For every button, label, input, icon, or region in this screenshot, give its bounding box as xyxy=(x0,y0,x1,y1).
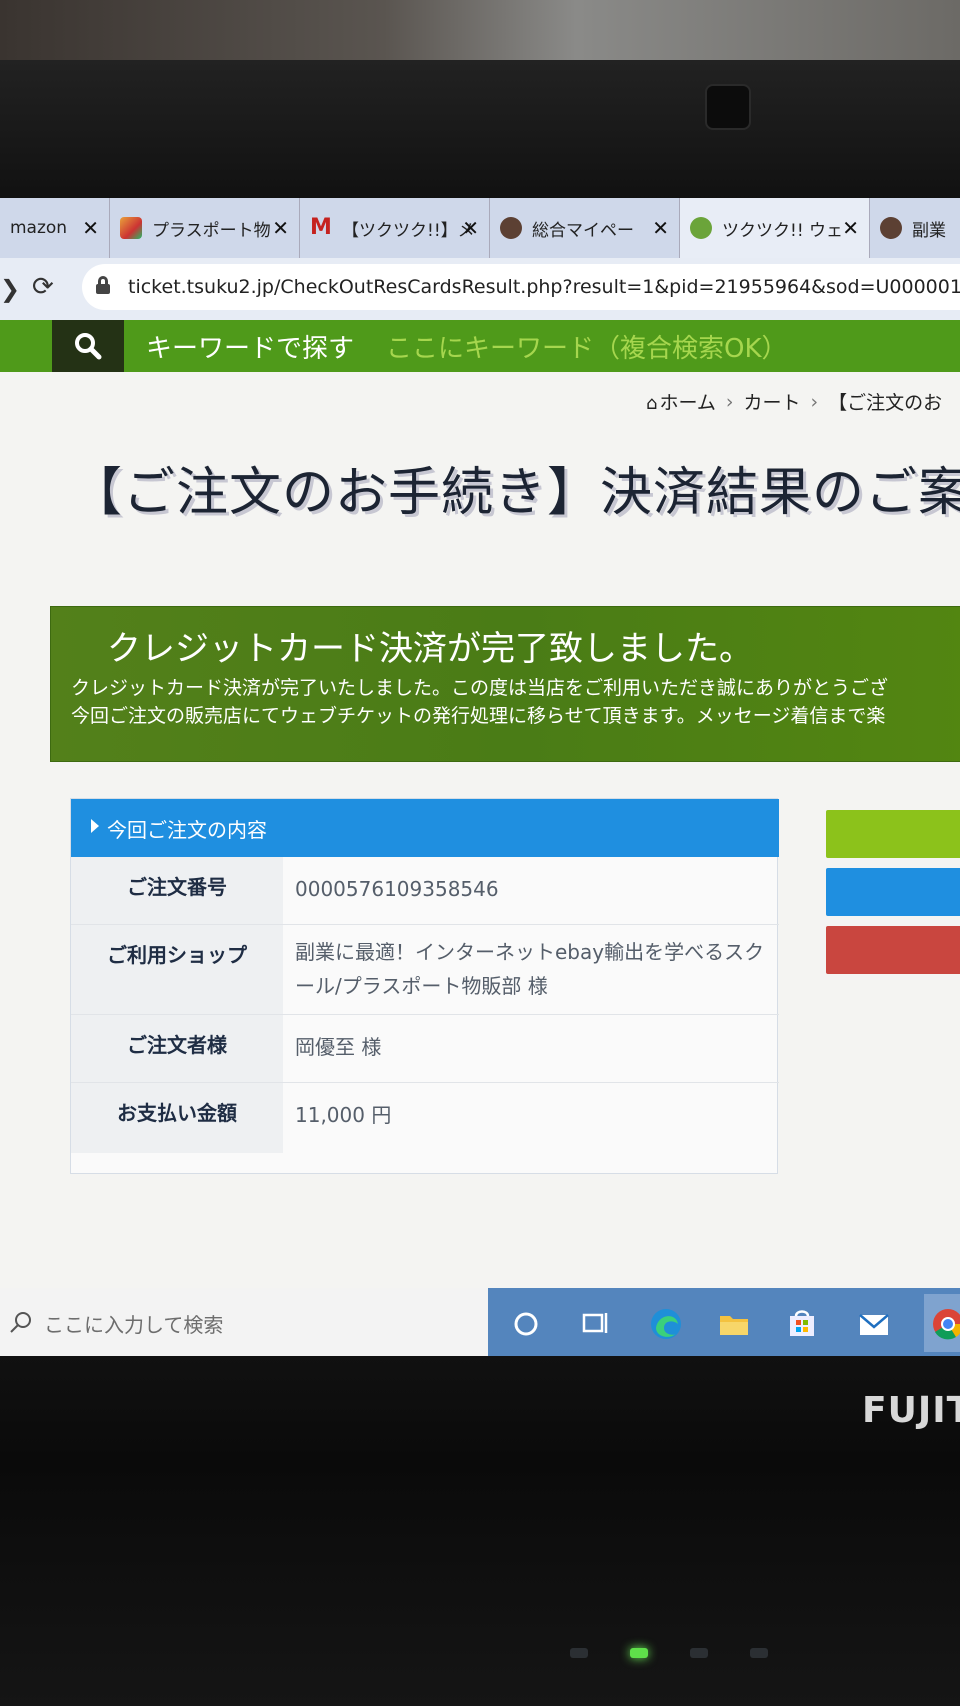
store-icon[interactable] xyxy=(784,1306,820,1342)
file-explorer-icon[interactable] xyxy=(716,1306,752,1342)
task-view-icon[interactable] xyxy=(578,1306,614,1342)
tab-amazon[interactable]: mazon ✕ xyxy=(0,198,110,258)
close-icon[interactable]: ✕ xyxy=(82,216,99,240)
tab-gmail[interactable]: M 【ツクツク!!】メ ✕ xyxy=(300,198,490,258)
page-title: 【ご注文のお手続き】決済結果のご案 xyxy=(70,463,960,523)
keyword-label: キーワードで探す xyxy=(146,334,355,364)
success-message-box: クレジットカード決済が完了致しました。 クレジットカード決済が完了いたしました。… xyxy=(50,606,960,762)
table-row: ご注文者様 岡優至 様 xyxy=(71,1015,779,1083)
side-action-button-blue[interactable] xyxy=(826,868,960,916)
close-icon[interactable]: ✕ xyxy=(842,216,859,240)
row-label: ご利用ショップ xyxy=(71,925,283,1014)
tab-fukugyo[interactable]: 副業 xyxy=(870,198,960,258)
order-details-title: 今回ご注文の内容 xyxy=(107,818,267,842)
address-bar-row: ❯ ⟳ ticket.tsuku2.jp/CheckOutResCardsRes… xyxy=(0,258,960,320)
row-label: お支払い金額 xyxy=(71,1083,283,1153)
chevron-right-icon: › xyxy=(810,390,819,413)
status-led xyxy=(690,1648,708,1658)
browser-screen: mazon ✕ プラスポート物 ✕ M 【ツクツク!!】メ ✕ 総合マイペー ✕… xyxy=(0,198,960,1358)
breadcrumb-current: 【ご注文のお xyxy=(828,392,943,414)
chrome-icon[interactable] xyxy=(930,1306,960,1342)
tab-title: mazon xyxy=(10,218,68,238)
address-bar[interactable]: ticket.tsuku2.jp/CheckOutResCardsResult.… xyxy=(82,264,960,310)
tab-tsukutsuku[interactable]: ツクツク!! ウェ ✕ xyxy=(680,198,870,258)
laptop-bottom-bezel xyxy=(0,1356,960,1706)
home-icon: ⌂ xyxy=(646,393,658,414)
breadcrumb-cart[interactable]: カート xyxy=(743,388,800,415)
back-arrow-icon[interactable]: ❯ xyxy=(0,275,20,303)
tab-strip: mazon ✕ プラスポート物 ✕ M 【ツクツク!!】メ ✕ 総合マイペー ✕… xyxy=(0,198,960,258)
table-row: ご利用ショップ 副業に最適！インターネットebay輸出を学べるスクール/プラスポ… xyxy=(71,925,779,1015)
passport-logo-icon xyxy=(120,217,142,239)
url-text: ticket.tsuku2.jp/CheckOutResCardsResult.… xyxy=(128,276,960,298)
laptop-top-bezel xyxy=(0,60,960,200)
order-details-header: 今回ご注文の内容 xyxy=(71,799,779,857)
success-heading: クレジットカード決済が完了致しました。 xyxy=(107,629,753,669)
brand-logo: FUJITSU xyxy=(862,1390,960,1431)
close-icon[interactable]: ✕ xyxy=(272,216,289,240)
cortana-icon[interactable] xyxy=(508,1306,544,1342)
shop-name-value: 副業に最適！インターネットebay輸出を学べるスクール/プラスポート物販部 様 xyxy=(295,940,765,998)
webcam xyxy=(705,84,751,130)
status-led-active xyxy=(630,1648,648,1658)
close-icon[interactable]: ✕ xyxy=(652,216,669,240)
tab-title: 総合マイペー xyxy=(532,220,634,241)
status-led xyxy=(570,1648,588,1658)
gmail-icon: M xyxy=(310,215,332,240)
keyword-search-bar: キーワードで探す ここにキーワード（複合検索OK） xyxy=(0,320,960,372)
edge-icon[interactable] xyxy=(648,1306,684,1342)
breadcrumb: ⌂ ホーム › カート › 【ご注文のお xyxy=(646,388,942,415)
windows-taskbar: ここに入力して検索 xyxy=(0,1288,960,1358)
tsukutsuku-icon xyxy=(880,217,902,239)
breadcrumb-home[interactable]: ⌂ ホーム xyxy=(646,388,716,415)
close-icon[interactable]: ✕ xyxy=(462,216,479,240)
order-number-value: 0000576109358546 xyxy=(295,877,499,901)
tsukutsuku-icon xyxy=(690,217,712,239)
customer-name-value: 岡優至 様 xyxy=(295,1035,382,1059)
breadcrumb-home-label: ホーム xyxy=(659,392,716,414)
tab-passport[interactable]: プラスポート物 ✕ xyxy=(110,198,300,258)
payment-amount-value: 11,000 円 xyxy=(295,1103,392,1127)
chevron-right-icon: › xyxy=(725,390,734,413)
success-text-line: クレジットカード決済が完了いたしました。この度は当店をご利用いただき誠にありがと… xyxy=(71,677,889,699)
taskbar-search-placeholder: ここに入力して検索 xyxy=(44,1313,224,1337)
status-led xyxy=(750,1648,768,1658)
search-icon xyxy=(75,333,102,360)
side-action-button-green[interactable] xyxy=(826,810,960,858)
tab-title: 副業 xyxy=(912,220,946,241)
photo-stage: mazon ✕ プラスポート物 ✕ M 【ツクツク!!】メ ✕ 総合マイペー ✕… xyxy=(0,0,960,1706)
order-details-panel: 今回ご注文の内容 ご注文番号 0000576109358546 ご利用ショップ … xyxy=(70,798,779,1174)
success-text-line: 今回ご注文の販売店にてウェブチケットの発行処理に移らせて頂きます。メッセージ着信… xyxy=(71,705,886,727)
taskbar-icons xyxy=(488,1288,960,1358)
tsukutsuku-icon xyxy=(500,217,522,239)
side-action-button-red[interactable] xyxy=(826,926,960,974)
taskbar-search-box[interactable]: ここに入力して検索 xyxy=(0,1288,488,1358)
tab-title: プラスポート物 xyxy=(152,220,271,241)
mail-icon[interactable] xyxy=(856,1306,892,1342)
keyword-input[interactable]: ここにキーワード（複合検索OK） xyxy=(386,328,788,365)
search-button[interactable] xyxy=(52,320,124,372)
search-icon xyxy=(10,1312,31,1333)
caret-right-icon xyxy=(91,819,99,833)
row-label: ご注文者様 xyxy=(71,1015,283,1082)
lock-icon xyxy=(96,276,110,294)
active-app-highlight xyxy=(924,1294,960,1352)
tab-title: 【ツクツク!!】メ xyxy=(342,220,475,241)
reload-icon[interactable]: ⟳ xyxy=(32,272,54,302)
row-label: ご注文番号 xyxy=(71,857,283,924)
tab-mypage[interactable]: 総合マイペー ✕ xyxy=(490,198,680,258)
tab-title: ツクツク!! ウェ xyxy=(722,220,844,241)
table-row: ご注文番号 0000576109358546 xyxy=(71,857,779,925)
table-row: お支払い金額 11,000 円 xyxy=(71,1083,779,1153)
